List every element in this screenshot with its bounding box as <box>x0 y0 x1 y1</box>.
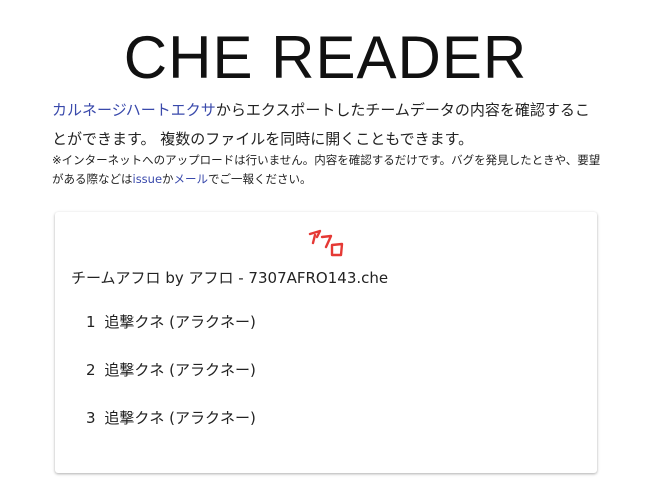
member-item[interactable]: 3 追撃クネ (アラクネー) <box>86 407 256 428</box>
team-card: チームアフロ by アフロ - 7307AFRO143.che 1 追撃クネ (… <box>55 212 597 473</box>
team-title: チームアフロ by アフロ - 7307AFRO143.che <box>71 269 389 287</box>
member-number: 3 <box>86 409 96 427</box>
mail-link[interactable]: メール <box>174 172 209 186</box>
member-number: 1 <box>86 313 96 331</box>
carnage-heart-exa-link[interactable]: カルネージハートエクサ <box>52 101 216 119</box>
member-label: 追撃クネ (アラクネー) <box>104 409 256 427</box>
notice-suffix: でご一報ください。 <box>208 172 312 186</box>
notice-connector: か <box>162 172 174 186</box>
page-title: CHE READER <box>123 24 528 91</box>
notice-paragraph: ※インターネットへのアップロードは行いません。内容を確認するだけです。バグを発見… <box>52 151 602 189</box>
member-label: 追撃クネ (アラクネー) <box>104 313 256 331</box>
member-number: 2 <box>86 361 96 379</box>
member-item[interactable]: 2 追撃クネ (アラクネー) <box>86 359 256 380</box>
member-label: 追撃クネ (アラクネー) <box>104 361 256 379</box>
afro-logo-icon <box>308 229 344 257</box>
member-item[interactable]: 1 追撃クネ (アラクネー) <box>86 311 256 332</box>
intro-paragraph: カルネージハートエクサからエクスポートしたチームデータの内容を確認することができ… <box>52 96 602 154</box>
issue-link[interactable]: issue <box>133 172 163 186</box>
